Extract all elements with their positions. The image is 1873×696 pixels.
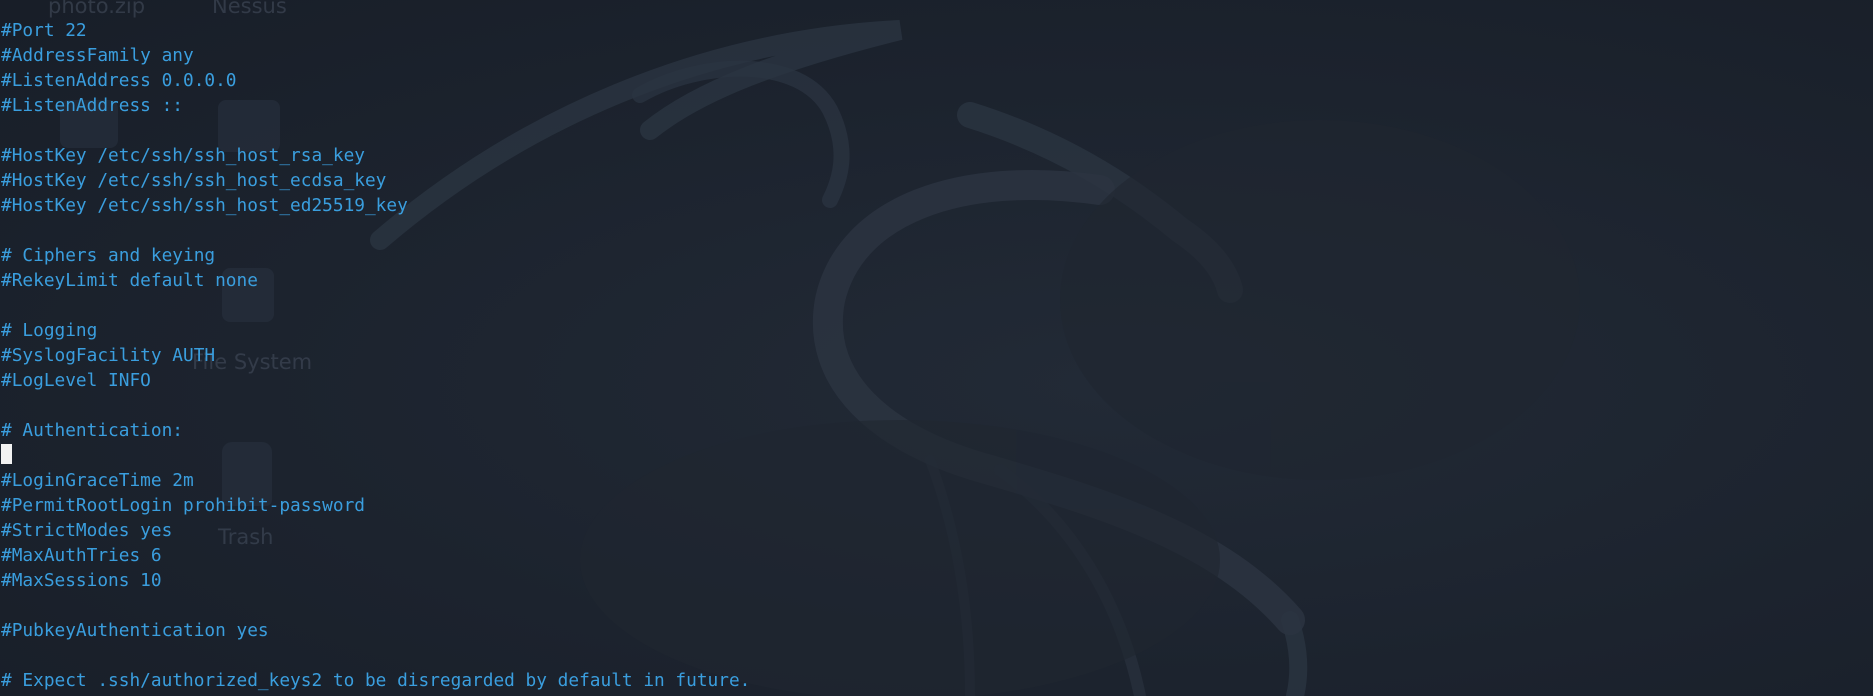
config-line: #MaxAuthTries 6: [1, 545, 162, 566]
config-line: #HostKey /etc/ssh/ssh_host_ecdsa_key: [1, 170, 387, 191]
desktop-screen: photo.zip Nessus File System Trash #Port…: [0, 0, 1873, 696]
terminal-window[interactable]: #Port 22 #AddressFamily any #ListenAddre…: [0, 0, 1873, 696]
config-line: #PubkeyAuthentication yes: [1, 620, 269, 641]
config-line: #RekeyLimit default none: [1, 270, 258, 291]
config-line: [0, 393, 1873, 418]
config-line: #Port 22: [1, 20, 87, 41]
config-line: #ListenAddress 0.0.0.0: [1, 70, 237, 91]
config-line: #MaxSessions 10: [1, 570, 162, 591]
text-cursor[interactable]: [1, 444, 12, 464]
config-line: [0, 293, 1873, 318]
config-line: #ListenAddress ::: [1, 95, 183, 116]
config-line: #LogLevel INFO: [1, 370, 151, 391]
config-line: # Logging: [1, 320, 98, 341]
config-line: [0, 643, 1873, 668]
config-line: [0, 118, 1873, 143]
config-line: #PermitRootLogin prohibit-password: [1, 495, 365, 516]
config-line: [0, 218, 1873, 243]
config-line: #StrictModes yes: [1, 520, 173, 541]
config-line: #LoginGraceTime 2m: [1, 470, 194, 491]
config-line: #HostKey /etc/ssh/ssh_host_ed25519_key: [1, 195, 408, 216]
config-line: [0, 593, 1873, 618]
config-line: # Ciphers and keying: [1, 245, 216, 266]
config-line: # Authentication:: [1, 420, 183, 441]
cursor-line[interactable]: [0, 443, 1873, 468]
config-line: #HostKey /etc/ssh/ssh_host_rsa_key: [1, 145, 365, 166]
config-line: # Expect .ssh/authorized_keys2 to be dis…: [1, 670, 751, 691]
config-line: #SyslogFacility AUTH: [1, 345, 216, 366]
config-line: #AddressFamily any: [1, 45, 194, 66]
